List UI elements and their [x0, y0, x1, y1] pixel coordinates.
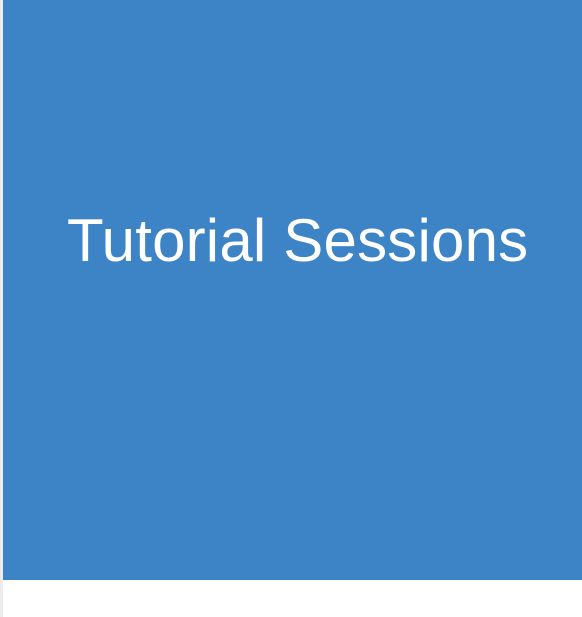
tutorial-sessions-tile[interactable]: Tutorial Sessions [3, 0, 582, 580]
footer-area [3, 580, 582, 617]
tile-title: Tutorial Sessions [67, 207, 529, 274]
